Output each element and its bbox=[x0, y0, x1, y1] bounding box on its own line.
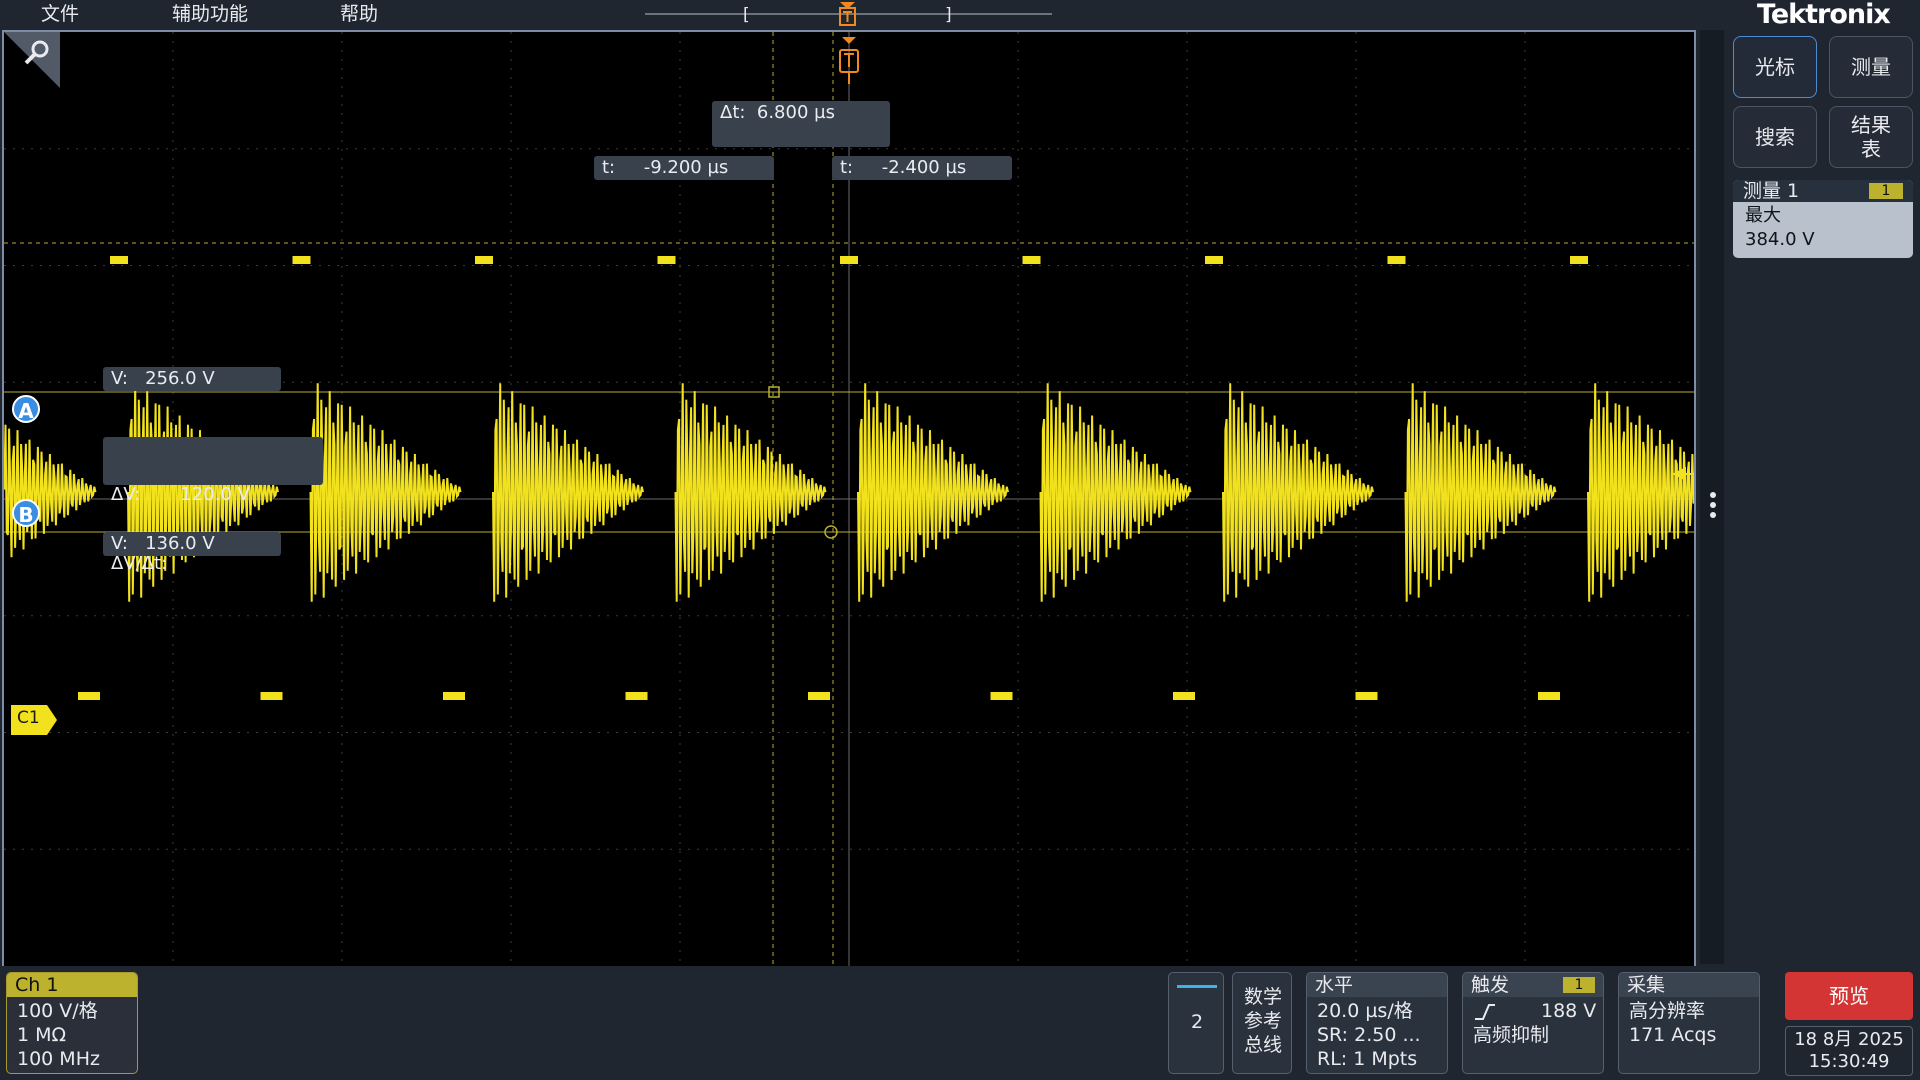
ch1-marker-label: C1 bbox=[17, 708, 40, 728]
measurement-1-type: 最大 bbox=[1745, 205, 1781, 226]
date-time-display[interactable]: 18 8月 2025 15:30:49 bbox=[1785, 1026, 1913, 1076]
record-view-bar[interactable]: [ ] bbox=[0, 0, 1920, 30]
waveform-top-flat bbox=[475, 256, 493, 264]
trigger-level: 188 V bbox=[1541, 1000, 1597, 1022]
results-table-button[interactable]: 结果表 bbox=[1829, 106, 1913, 168]
cursor-b-badge[interactable]: B bbox=[12, 499, 40, 527]
acquisition-title: 采集 bbox=[1619, 973, 1759, 997]
math-label: 数学 bbox=[1243, 986, 1282, 1008]
delta-v-readout-box: ΔV: 120.0 V ΔV/Δt: bbox=[103, 437, 323, 574]
waveform-top-flat bbox=[657, 256, 676, 264]
acquisition-mode: 高分辨率 bbox=[1629, 1000, 1706, 1022]
add-channel-button[interactable]: 2 bbox=[1168, 972, 1224, 1074]
measurement-1-channel: 1 bbox=[1869, 183, 1903, 199]
waveform-top-flat bbox=[1205, 256, 1223, 264]
ch1-bandwidth: 100 MHz bbox=[17, 1048, 100, 1070]
acquisition-count: 171 Acqs bbox=[1629, 1024, 1717, 1046]
measurement-1-badge[interactable]: 测量 1 1 最大 384.0 V bbox=[1733, 180, 1913, 258]
date-label: 18 8月 2025 bbox=[1794, 1029, 1904, 1050]
waveform-bottom-flat bbox=[443, 692, 465, 700]
waveform-top-flat bbox=[1570, 256, 1588, 264]
waveform-bottom-flat bbox=[808, 692, 830, 700]
add-channel-line bbox=[1177, 985, 1217, 988]
waveform-bottom-flat bbox=[78, 692, 100, 700]
record-right-bracket: ] bbox=[945, 5, 952, 25]
waveform-bottom-flat bbox=[1173, 692, 1195, 700]
record-left-bracket: [ bbox=[743, 5, 750, 25]
waveform-top-flat bbox=[292, 256, 311, 264]
cursor-a-badge[interactable]: A bbox=[12, 395, 40, 423]
ch1-badge[interactable]: Ch 1 100 V/格 1 MΩ 100 MHz bbox=[6, 972, 138, 1074]
waveform-top-flat bbox=[1387, 256, 1406, 264]
measurement-1-title: 测量 1 bbox=[1743, 180, 1800, 202]
record-trigger-marker-icon bbox=[839, 2, 856, 26]
waveform-display[interactable]: Δt: 6.800 µs t: -9.200 µs t: -2.400 µs V… bbox=[2, 30, 1696, 968]
settings-bar: Ch 1 100 V/格 1 MΩ 100 MHz 2 数学 参考 总线 水平 … bbox=[0, 966, 1920, 1080]
waveform-bottom-flat bbox=[1538, 692, 1560, 700]
horizontal-sample-rate: SR: 2.50 ... bbox=[1317, 1024, 1421, 1046]
waveform-top-flat bbox=[1022, 256, 1041, 264]
menu-file[interactable]: 文件 bbox=[41, 0, 79, 28]
waveform-bottom-flat bbox=[260, 692, 283, 700]
zoom-icon[interactable] bbox=[4, 32, 60, 88]
ref-label: 参考 bbox=[1243, 1010, 1282, 1032]
horizontal-title: 水平 bbox=[1307, 973, 1447, 997]
trigger-badge[interactable]: 触发 1 188 V 高频抑制 bbox=[1462, 972, 1604, 1074]
cursor-button[interactable]: 光标 bbox=[1733, 36, 1817, 98]
cursor-a-time-readout: t: -9.200 µs bbox=[594, 156, 774, 180]
waveform-top-flat bbox=[110, 256, 128, 264]
horizontal-badge[interactable]: 水平 20.0 µs/格 SR: 2.50 ... RL: 1 Mpts bbox=[1306, 972, 1448, 1074]
trigger-edge-icon bbox=[1475, 1004, 1495, 1020]
right-results-panel: 光标 测量 搜索 结果表 bbox=[1725, 30, 1920, 964]
more-vertical-icon[interactable] bbox=[1700, 30, 1724, 964]
ch1-badge-title: Ch 1 bbox=[7, 973, 137, 997]
preview-button[interactable]: 预览 bbox=[1785, 972, 1913, 1020]
horizontal-scale: 20.0 µs/格 bbox=[1317, 1000, 1413, 1022]
waveform-top-flat bbox=[840, 256, 858, 264]
acquisition-badge[interactable]: 采集 高分辨率 171 Acqs bbox=[1618, 972, 1760, 1074]
waveform-bottom-flat bbox=[625, 692, 648, 700]
delta-t-readout: Δt: 6.800 µs bbox=[712, 101, 890, 147]
measure-button[interactable]: 测量 bbox=[1829, 36, 1913, 98]
bus-label: 总线 bbox=[1243, 1034, 1282, 1056]
ch1-scale: 100 V/格 bbox=[17, 1000, 98, 1022]
panel-splitter[interactable] bbox=[1700, 30, 1724, 964]
top-menu-bar: 文件 辅助功能 帮助 [ ] Tektronix bbox=[0, 0, 1920, 30]
ch1-impedance: 1 MΩ bbox=[17, 1024, 67, 1046]
measurement-1-value: 384.0 V bbox=[1745, 229, 1815, 250]
cursor-a-voltage-readout: V: 256.0 V bbox=[103, 367, 281, 391]
horizontal-record-length: RL: 1 Mpts bbox=[1317, 1048, 1418, 1070]
search-button[interactable]: 搜索 bbox=[1733, 106, 1817, 168]
delta-v-readout: ΔV: 120.0 V bbox=[111, 484, 250, 505]
math-ref-bus-button[interactable]: 数学 参考 总线 bbox=[1232, 972, 1292, 1074]
trigger-coupling: 高频抑制 bbox=[1473, 1024, 1550, 1046]
menu-utility[interactable]: 辅助功能 bbox=[172, 0, 248, 28]
time-label: 15:30:49 bbox=[1808, 1051, 1890, 1072]
waveform-bottom-flat bbox=[1355, 692, 1378, 700]
waveform-bottom-flat bbox=[990, 692, 1013, 700]
ch1-offset-marker[interactable]: C1 bbox=[11, 705, 57, 735]
cursor-b-time-readout: t: -2.400 µs bbox=[832, 156, 1012, 180]
add-channel-number: 2 bbox=[1190, 1011, 1204, 1033]
menu-help[interactable]: 帮助 bbox=[340, 0, 378, 28]
trigger-source-channel: 1 bbox=[1563, 977, 1595, 993]
cursor-b-voltage-readout: V: 136.0 V bbox=[103, 532, 281, 556]
tektronix-logo: Tektronix bbox=[1757, 0, 1891, 30]
